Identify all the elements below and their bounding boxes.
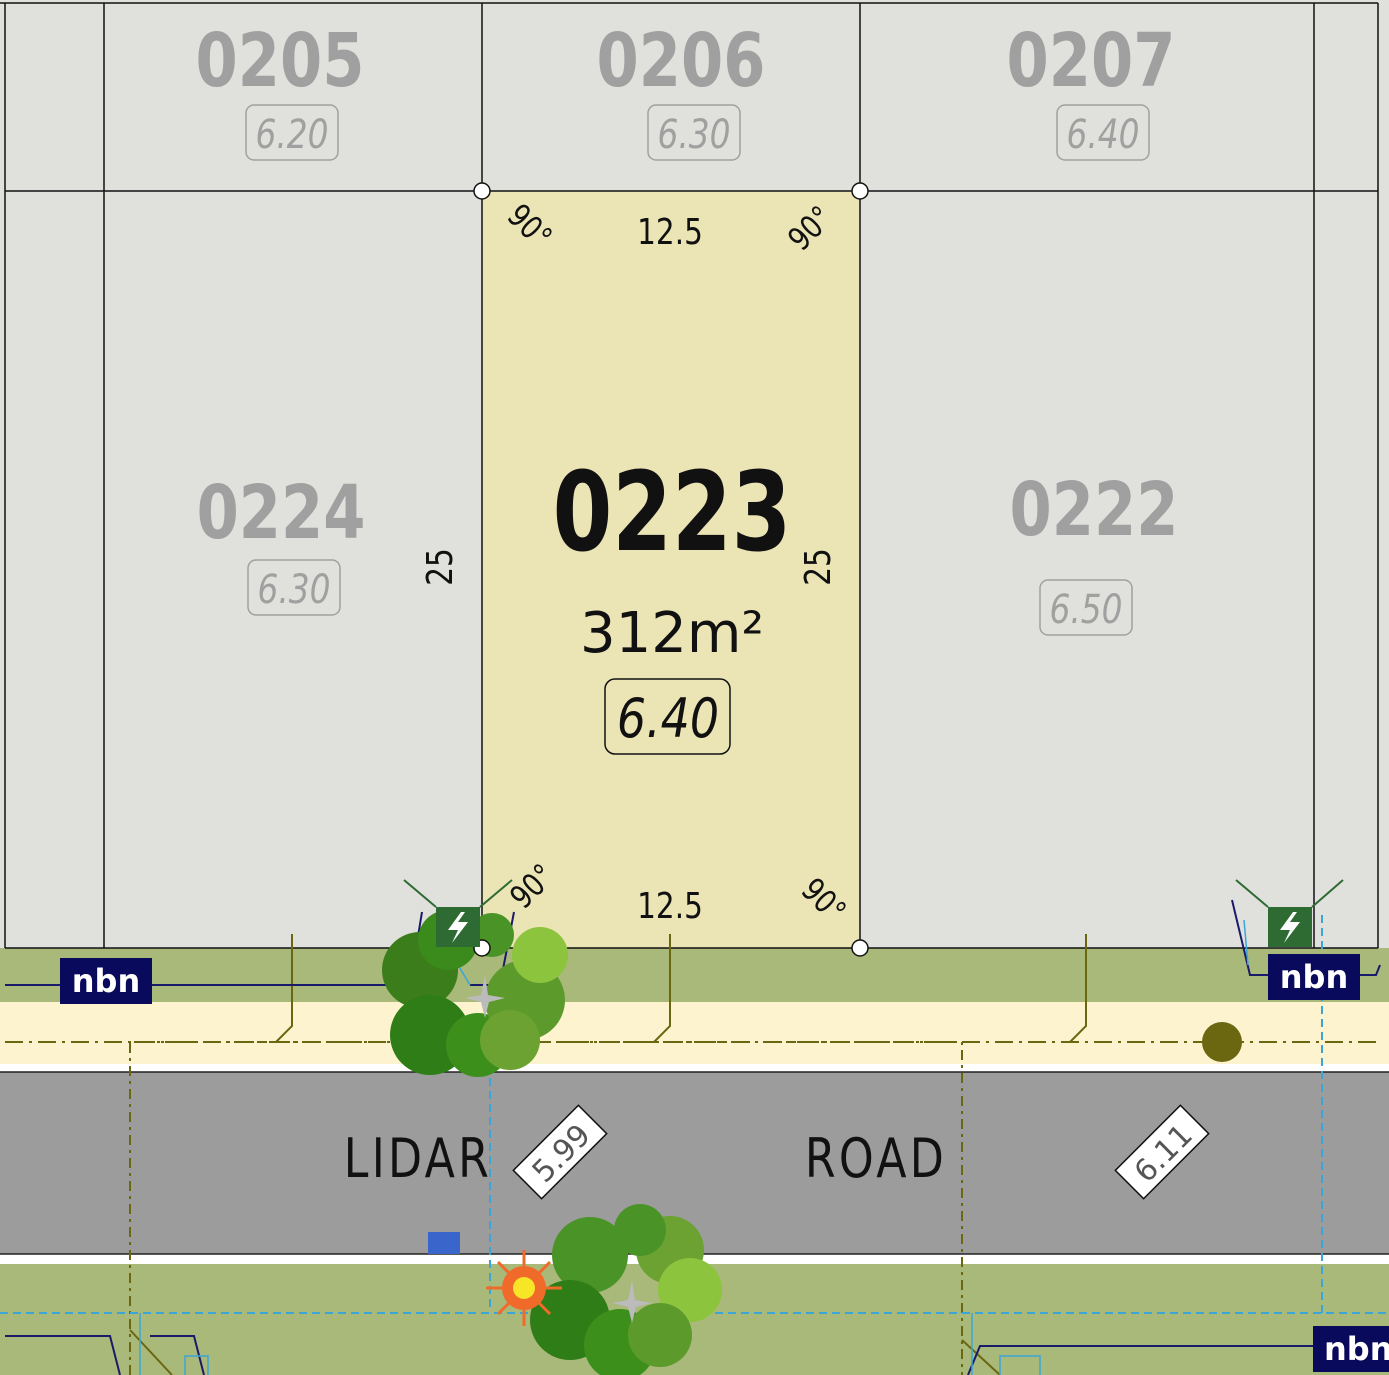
nbn-pit-right: nbn	[1268, 954, 1360, 1000]
selected-lot-level: 6.40	[617, 686, 719, 750]
depth-left: 25	[418, 548, 461, 586]
lot-number: 0205	[196, 17, 365, 103]
lot-level: 6.30	[257, 566, 330, 613]
frontage-top: 12.5	[637, 210, 703, 253]
lot-number: 0206	[597, 17, 766, 103]
selected-lot-area: 312m²	[580, 601, 764, 666]
lot-level: 6.20	[255, 111, 328, 158]
sewer-manhole-icon	[1202, 1022, 1242, 1062]
lot-number: 0207	[1007, 17, 1176, 103]
verge-strip	[0, 1064, 1389, 1072]
lot-level: 6.40	[1066, 111, 1139, 158]
frontage-bottom: 12.5	[637, 884, 703, 927]
nbn-label-left: nbn	[72, 962, 140, 1000]
road-name-part1: LIDAR	[344, 1127, 492, 1190]
footpath	[0, 1002, 1389, 1064]
nbn-pit-bottom: nbn	[1313, 1326, 1389, 1372]
nbn-pit-left: nbn	[60, 958, 152, 1004]
road-name-part2: ROAD	[805, 1127, 947, 1190]
nbn-label-bottom: nbn	[1324, 1330, 1389, 1368]
selected-lot-number: 0223	[553, 449, 792, 577]
power-pit-icon	[436, 907, 480, 947]
nbn-label-right: nbn	[1280, 958, 1348, 996]
lot-level: 6.30	[657, 111, 730, 158]
lot-number: 0222	[1010, 466, 1179, 552]
power-pit-icon	[1268, 907, 1312, 947]
verge-north	[0, 948, 1389, 1002]
hydrant-icon	[428, 1232, 460, 1254]
lot-number: 0224	[197, 469, 366, 555]
lot-level: 6.50	[1049, 586, 1122, 633]
lot-map: nbn nbn nbn 0205 6.20 0206 6.30 0207 6.4…	[0, 0, 1389, 1375]
depth-right: 25	[796, 548, 839, 586]
